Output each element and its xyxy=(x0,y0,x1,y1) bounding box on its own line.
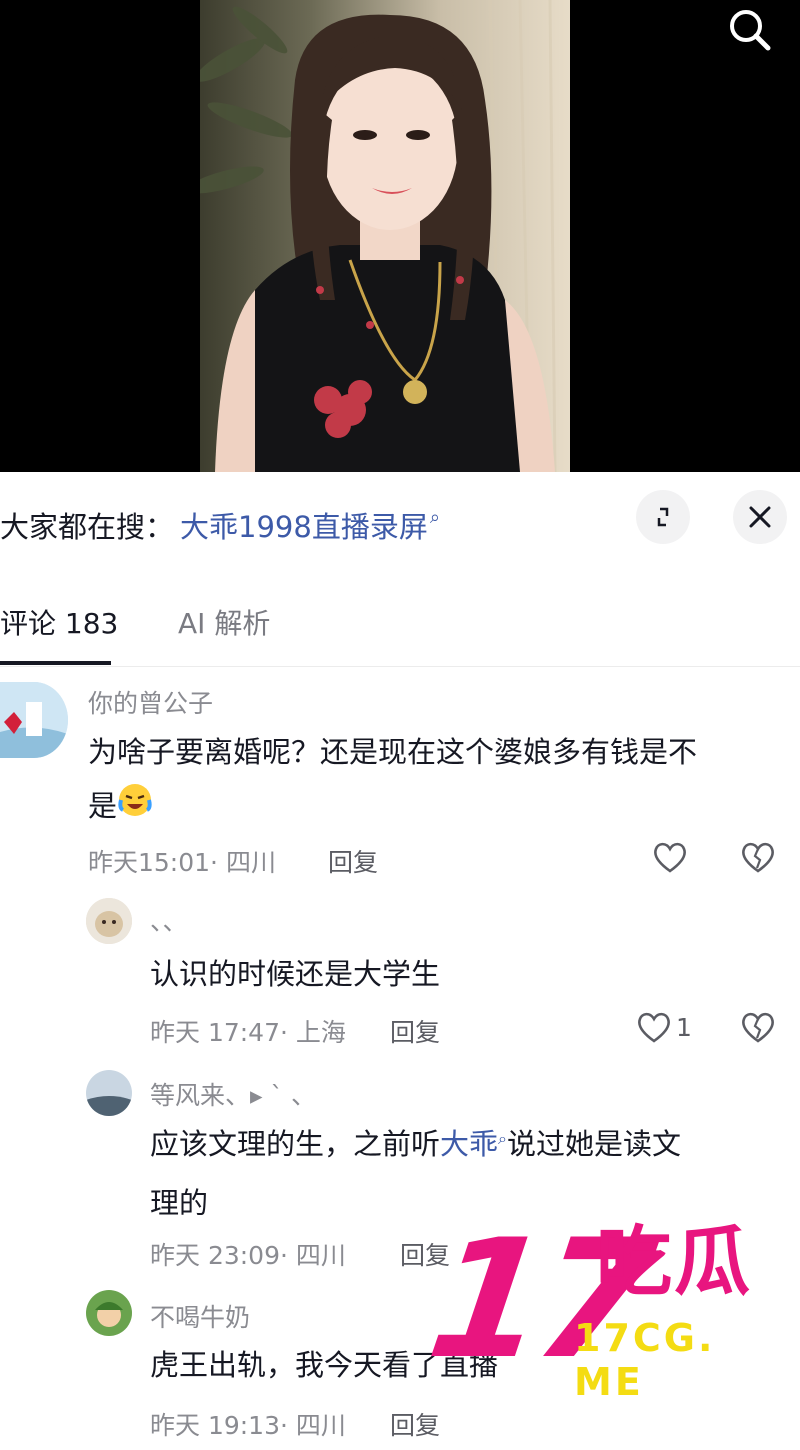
comment-time: 昨天 17:47 xyxy=(150,1018,280,1047)
laughing-crying-emoji-icon xyxy=(117,781,153,835)
avatar[interactable] xyxy=(0,682,68,758)
broken-heart-icon xyxy=(742,1012,774,1043)
tab-divider xyxy=(0,666,800,667)
like-button[interactable] xyxy=(636,1010,672,1048)
search-mini-icon: ⌕ xyxy=(498,1129,507,1148)
comment-location: 上海 xyxy=(295,1018,346,1047)
watermark-chinese: 吃瓜 xyxy=(596,1217,752,1306)
heart-icon xyxy=(638,1012,670,1043)
comment-location: 四川 xyxy=(295,1241,346,1270)
avatar[interactable] xyxy=(86,1290,132,1336)
avatar-image xyxy=(86,898,132,944)
comment-text-line-end: 是 xyxy=(88,789,118,823)
tab-ai-analysis[interactable]: AI 解析 xyxy=(178,602,270,642)
comment-text-line: 是 xyxy=(88,779,788,835)
comment-time: 昨天 19:13 xyxy=(150,1411,280,1440)
comment-location: 四川 xyxy=(295,1411,346,1440)
comment-text-segment: 应该文理的生，之前听 xyxy=(150,1127,441,1161)
avatar-image xyxy=(86,1290,132,1336)
video-player[interactable] xyxy=(0,0,800,472)
comment-text: 为啥子要离婚呢？还是现在这个婆娘多有钱是不 是 xyxy=(88,725,788,835)
broken-heart-icon xyxy=(742,842,774,873)
avatar[interactable] xyxy=(86,1070,132,1116)
comment-meta: 昨天 23:09· 四川 xyxy=(150,1241,346,1270)
comment-meta: 昨天 17:47· 上海 xyxy=(150,1018,346,1047)
search-mini-icon: ⌕ xyxy=(429,506,440,528)
expand-button[interactable] xyxy=(636,490,690,544)
comment-username[interactable]: 等风来、▸ ˋ 、 xyxy=(150,1076,316,1112)
video-frame xyxy=(200,0,570,472)
video-thumbnail-illustration xyxy=(200,0,557,472)
dislike-button[interactable] xyxy=(740,1010,776,1048)
reply-button[interactable]: 回复 xyxy=(390,1013,440,1049)
hot-search-prefix: 大家都在搜： xyxy=(0,510,175,544)
comment-text-line: 为啥子要离婚呢？还是现在这个婆娘多有钱是不 xyxy=(88,735,698,769)
reply-button[interactable]: 回复 xyxy=(390,1406,440,1442)
tab-comments[interactable]: 评论 183 xyxy=(0,602,118,642)
avatar-image xyxy=(86,1070,132,1116)
hot-search-term[interactable]: 大乖1998直播录屏 xyxy=(180,504,428,546)
like-button[interactable] xyxy=(652,840,688,878)
active-tab-indicator xyxy=(0,661,111,665)
heart-icon xyxy=(654,842,686,873)
avatar-image xyxy=(0,682,68,758)
like-count: 1 xyxy=(676,1013,692,1042)
expand-icon xyxy=(657,507,669,527)
comment-text: 认识的时候还是大学生 xyxy=(150,957,441,991)
comment-username[interactable]: 不喝牛奶 xyxy=(150,1298,250,1334)
reply-button[interactable]: 回复 xyxy=(328,843,378,879)
search-icon xyxy=(730,10,771,51)
comment-text-segment: 说过她是读文 xyxy=(507,1127,682,1161)
comment-username[interactable]: 、、 xyxy=(150,902,188,938)
search-button[interactable] xyxy=(722,4,778,56)
hot-search-bar[interactable]: 大家都在搜： 大乖1998直播录屏 ⌕ xyxy=(0,500,440,550)
comment-username[interactable]: 你的曾公子 xyxy=(88,684,213,720)
avatar[interactable] xyxy=(86,898,132,944)
watermark-site: 17CG. ME xyxy=(574,1316,716,1404)
mention-link[interactable]: 大乖 xyxy=(440,1127,498,1161)
close-button[interactable] xyxy=(733,490,787,544)
comment-meta: 昨天15:01· 四川 xyxy=(88,848,276,877)
comment-text-line: 应该文理的生，之前听大乖⌕说过她是读文 xyxy=(150,1117,790,1176)
close-icon xyxy=(749,506,771,528)
comment-meta: 昨天 19:13· 四川 xyxy=(150,1411,346,1440)
comment-time: 昨天 23:09 xyxy=(150,1241,280,1270)
dislike-button[interactable] xyxy=(740,840,776,878)
comment-location: 四川 xyxy=(225,848,276,877)
comment-time: 昨天15:01 xyxy=(88,848,211,877)
